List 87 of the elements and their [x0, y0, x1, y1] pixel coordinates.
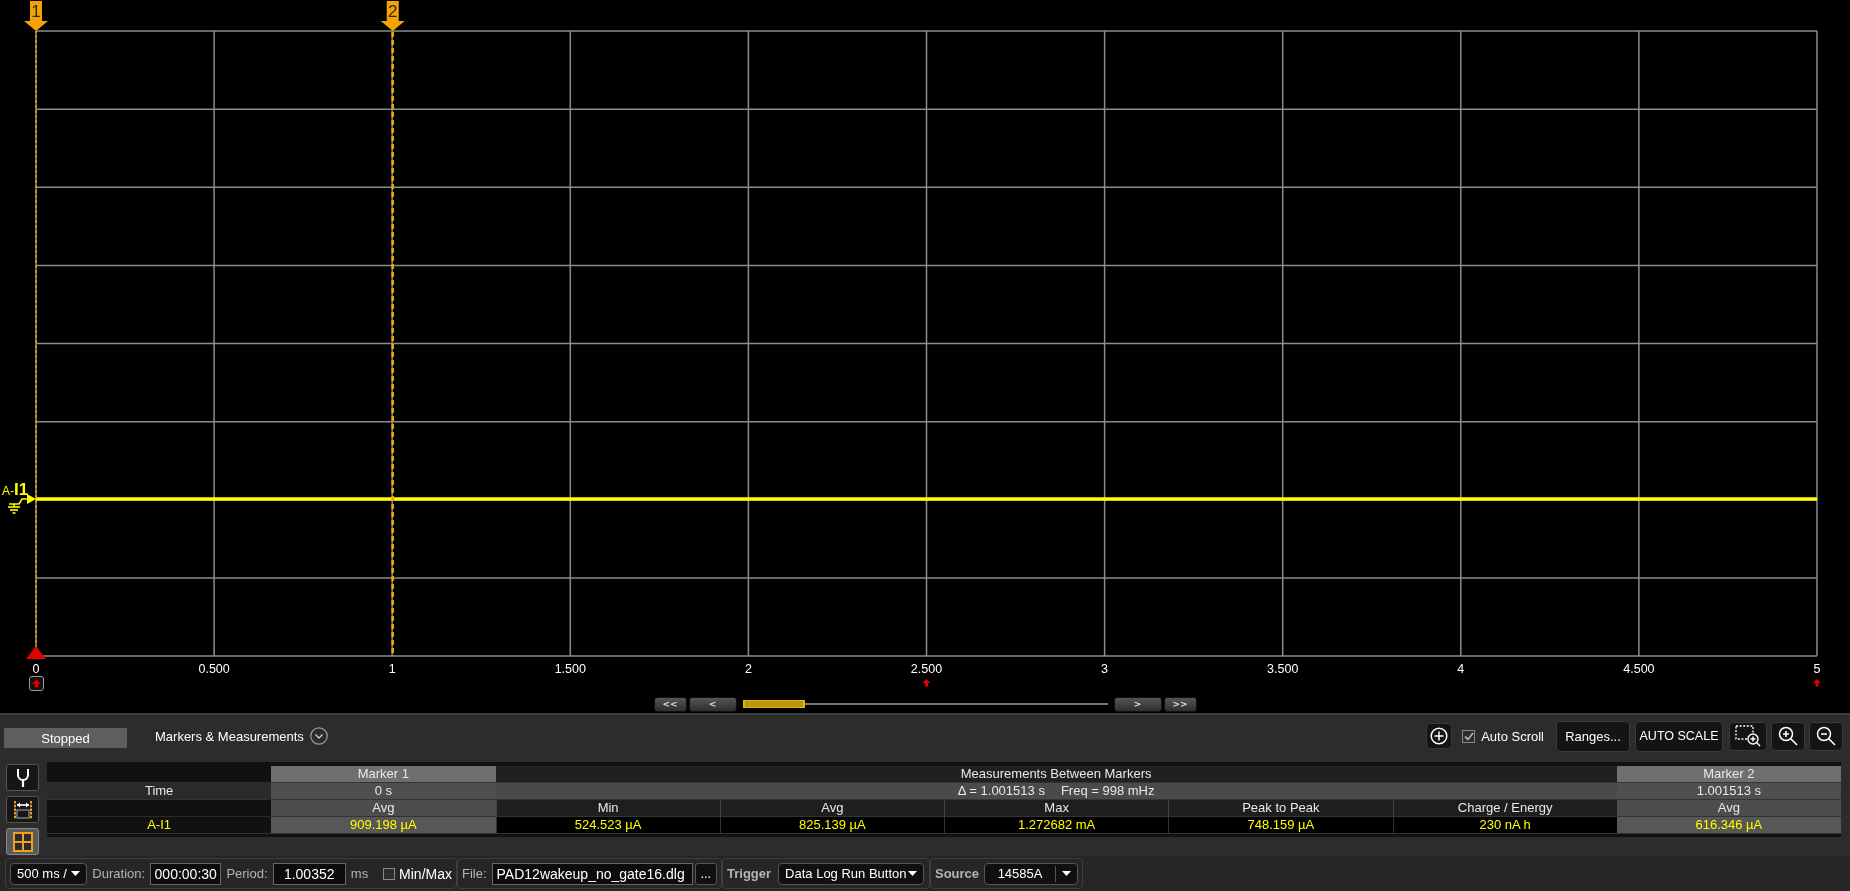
period-field[interactable]: 1.00352	[272, 862, 346, 885]
frequency-value: Freq = 998 mHz	[1060, 783, 1155, 799]
table-cell: 825.139 µA	[719, 817, 944, 834]
duration-field[interactable]: 000:00:30	[150, 862, 222, 885]
zoom-in-button[interactable]	[1771, 721, 1805, 751]
table-cell: 524.523 µA	[495, 817, 720, 834]
fast-forward-button[interactable]: >>	[1163, 696, 1197, 712]
axis-tick-label: 4	[1457, 662, 1465, 676]
axis-tick-label: 4.500	[1623, 662, 1655, 676]
caret-icon	[71, 871, 81, 876]
zoom-area-icon	[1735, 725, 1761, 747]
column-header: Charge / Energy	[1392, 800, 1617, 817]
span-arrows-icon	[11, 799, 34, 820]
delta-value: Δ = 1.001513 s	[957, 783, 1045, 799]
grid-icon	[12, 831, 33, 852]
check-icon	[1463, 731, 1474, 741]
timebase-dropdown[interactable]: 500 ms /	[10, 862, 88, 885]
tool-button[interactable]	[6, 764, 39, 791]
zoom-area-button[interactable]	[1729, 721, 1767, 751]
period-unit: ms	[350, 866, 369, 881]
column-header: Marker 2	[1616, 766, 1841, 783]
table-cell: 1.272682 mA	[944, 817, 1169, 834]
add-button[interactable]	[1426, 723, 1453, 749]
marker-handle[interactable]: 2	[380, 1, 405, 31]
axis-tick-label: 0.500	[198, 662, 230, 676]
tool-button[interactable]	[6, 796, 39, 823]
column-header: Avg	[719, 800, 944, 817]
trigger-position-icon[interactable]	[29, 676, 44, 691]
trace-label: A-I1	[2, 480, 29, 499]
table-cell: 1.001513 s	[1616, 783, 1841, 800]
table-cell: 0 s	[271, 783, 496, 800]
source-label: Source	[935, 866, 980, 881]
run-status-indicator: Stopped	[4, 728, 127, 748]
tool-button[interactable]	[6, 828, 39, 855]
axis-tick-label: 3	[1101, 662, 1109, 676]
axis-tick-label: 1.500	[554, 662, 586, 676]
trigger-dropdown[interactable]: Data Log Run Button	[778, 862, 925, 885]
up-arrow-icon	[1813, 679, 1821, 687]
caret-icon	[1062, 871, 1071, 876]
trigger-label: Trigger	[727, 866, 772, 881]
row-header: A-I1	[47, 817, 272, 834]
channel-offset-icon[interactable]	[7, 494, 36, 514]
table-cell: 909.198 µA	[271, 817, 496, 834]
row-header: Time	[47, 783, 272, 800]
marker-handle[interactable]: 1	[24, 1, 48, 31]
browse-button[interactable]: ...	[694, 862, 717, 885]
table-cell: 748.159 µA	[1168, 817, 1393, 834]
column-header: Peak to Peak	[1168, 800, 1393, 817]
column-header: Avg	[271, 800, 496, 817]
column-header: Avg	[1616, 800, 1841, 817]
duration-label: Duration:	[92, 866, 146, 881]
table-cell: 230 nA h	[1392, 817, 1617, 834]
axis-tick-label: 2	[744, 662, 752, 676]
zoom-out-button[interactable]	[1809, 721, 1843, 751]
column-header: Min	[495, 800, 720, 817]
zoom-out-icon	[1816, 726, 1836, 746]
auto-scroll-label: Auto Scroll	[1481, 728, 1544, 744]
fast-back-button[interactable]: <<	[653, 696, 687, 712]
min-max-label: Min/Max	[399, 865, 452, 882]
step-forward-button[interactable]: >	[1113, 696, 1162, 712]
up-arrow-icon	[922, 679, 931, 687]
ranges-button[interactable]: Ranges...	[1556, 720, 1630, 752]
chevron-circle-icon[interactable]	[309, 727, 328, 745]
table-cell: 616.346 µA	[1616, 817, 1841, 834]
scroll-thumb[interactable]	[742, 700, 805, 708]
period-label: Period:	[226, 866, 268, 881]
step-back-button[interactable]: <	[688, 696, 737, 712]
column-header: Measurements Between Markers	[495, 766, 1617, 783]
caret-icon	[908, 871, 918, 876]
axis-tick-label: 1	[388, 662, 396, 676]
trigger-marker-icon[interactable]	[26, 646, 46, 659]
source-dropdown[interactable]: 14585A	[984, 862, 1078, 885]
column-header: Max	[944, 800, 1169, 817]
axis-tick-label: 0	[32, 662, 40, 676]
zoom-in-icon	[1778, 726, 1798, 746]
file-label: File:	[462, 866, 487, 881]
column-header: Marker 1	[271, 766, 496, 783]
min-max-checkbox[interactable]	[383, 867, 396, 880]
axis-tick-label: 5	[1813, 662, 1821, 676]
plus-circle-icon	[1430, 727, 1449, 745]
axis-tick-label: 3.500	[1267, 662, 1299, 676]
file-field[interactable]: PAD12wakeup_no_gate16.dlg	[491, 862, 693, 885]
auto-scale-button[interactable]: AUTO SCALE	[1635, 720, 1723, 752]
axis-tick-label: 2.500	[910, 662, 943, 676]
panel-title: Markers & Measurements	[155, 728, 304, 744]
auto-scroll-checkbox[interactable]	[1462, 729, 1476, 743]
fork-icon	[14, 767, 31, 788]
